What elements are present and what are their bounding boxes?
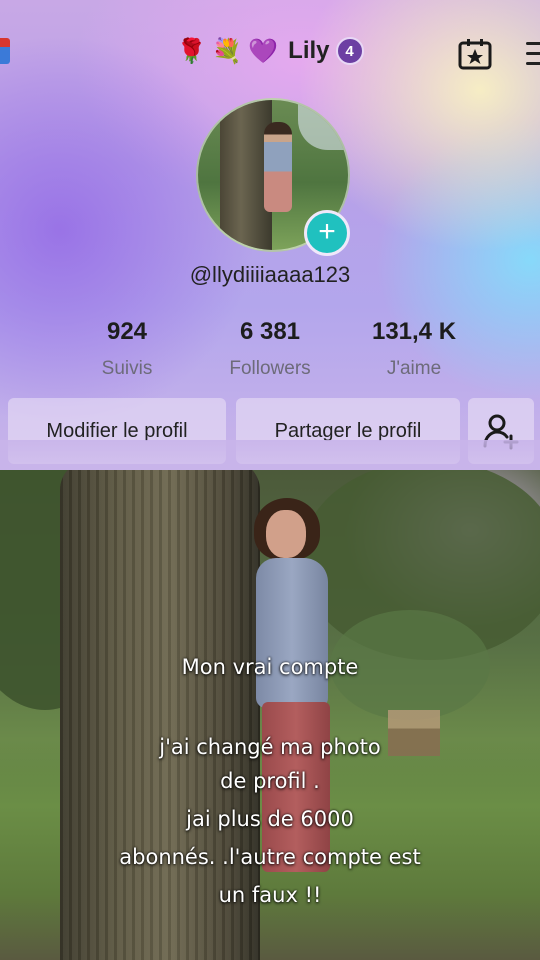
profile-username[interactable]: Lily [288, 37, 329, 65]
add-friend-button[interactable] [468, 398, 534, 464]
notification-badge[interactable]: 4 [335, 37, 364, 65]
edit-profile-button[interactable]: Modifier le profil [8, 398, 226, 464]
caption-line-4: jai plus de 6000 [186, 807, 354, 831]
add-story-icon[interactable]: + [304, 210, 350, 256]
stat-followers-label: Followers [229, 358, 311, 379]
profile-screenshot: 🌹 💐 💜 Lily 4 + @llydiiiiaaaa123 924 Suiv… [0, 0, 540, 500]
stat-following-value: 924 [106, 318, 148, 345]
purple-heart-emoji: 💜 [248, 37, 279, 65]
stat-likes[interactable]: 131,4 K J'aime [334, 318, 494, 380]
stat-likes-value: 131,4 K [371, 318, 457, 345]
calendar-star-icon[interactable] [458, 38, 492, 70]
share-profile-button[interactable]: Partager le profil [236, 398, 460, 464]
bouquet-emoji: 💐 [212, 37, 243, 65]
rose-emoji: 🌹 [176, 37, 207, 65]
caption-line-2: j'ai changé ma photo [159, 735, 381, 759]
stat-following-label: Suivis [101, 358, 153, 379]
caption-line-1: Mon vrai compte [181, 655, 359, 679]
caption-line-6: un faux !! [218, 883, 322, 907]
stat-followers-value: 6 381 [239, 318, 301, 345]
stat-likes-label: J'aime [386, 358, 442, 379]
stat-following[interactable]: 924 Suivis [47, 318, 207, 380]
menu-icon[interactable] [526, 42, 540, 65]
caption-line-5: abonnés. .l'autre compte est [119, 845, 421, 869]
profile-handle: @llydiiiiaaaa123 [189, 262, 351, 287]
caption-line-3: de profil . [220, 769, 320, 793]
stat-followers[interactable]: 6 381 Followers [190, 318, 350, 380]
add-friend-icon [483, 414, 519, 450]
